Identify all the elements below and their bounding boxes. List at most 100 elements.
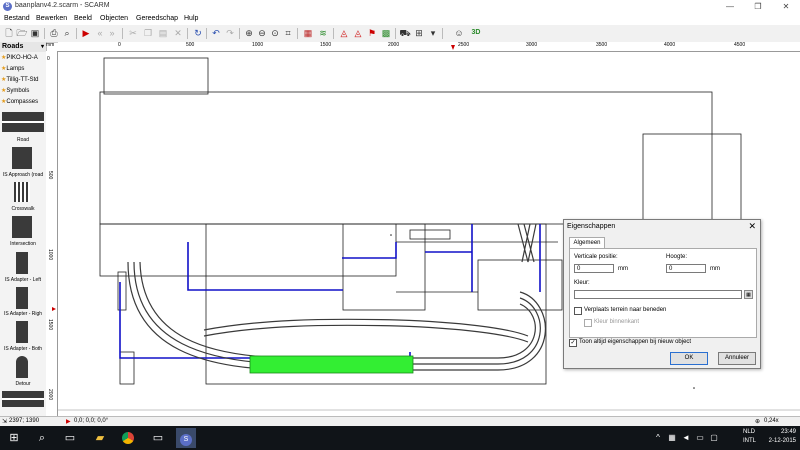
- 3d-car-icon[interactable]: 3D: [470, 27, 482, 39]
- delete-icon[interactable]: ✕: [172, 27, 184, 39]
- height-label: Hoogte:: [666, 254, 688, 260]
- zoom-icon: ⊕: [755, 419, 761, 425]
- clock[interactable]: 23:49 2-12-2015: [769, 428, 796, 446]
- baseboard-top-left: [103, 57, 209, 95]
- toolbar: 🗋 🗁 ▣ ⎙ ⌕ ▶ « » ✂ ❐ ▤ ✕ ↻ ↶ ↷ ⊕ ⊖ ⊙ ⌗ ▦ …: [0, 25, 800, 43]
- zoom-level: 0,24x: [764, 418, 779, 424]
- open-folder-icon[interactable]: 🗁: [16, 27, 28, 39]
- flag-icon[interactable]: ⚑: [366, 27, 378, 39]
- dialog-page: Verticale positie: 0 mm Hoogte: 0 mm Kle…: [569, 248, 757, 338]
- menu-hulp[interactable]: Hulp: [184, 15, 198, 22]
- category-item[interactable]: ★Tillig-TT-Std: [1, 76, 39, 83]
- zoom-in-icon[interactable]: ⊕: [243, 27, 255, 39]
- run-icon[interactable]: ▶: [80, 27, 92, 39]
- inner-color-checkbox[interactable]: [584, 319, 592, 327]
- height-input[interactable]: 0: [666, 264, 706, 273]
- scarm-icon[interactable]: S: [176, 428, 196, 448]
- approach-tile[interactable]: [12, 147, 32, 169]
- adapter-right-tile[interactable]: [16, 287, 28, 309]
- move-terrain-checkbox[interactable]: [574, 307, 582, 315]
- color-input[interactable]: [574, 290, 742, 299]
- step-back-icon[interactable]: «: [94, 27, 106, 39]
- layers2-icon[interactable]: ≋: [317, 27, 329, 39]
- chrome-icon[interactable]: [120, 430, 136, 446]
- move-terrain-label: Verplaats terrein naar beneden: [584, 307, 667, 313]
- menu-objecten[interactable]: Objecten: [100, 15, 128, 22]
- cancel-button[interactable]: Annuleer: [718, 352, 756, 365]
- rotate-icon[interactable]: ↻: [192, 27, 204, 39]
- vertical-unit-label: mm: [618, 266, 628, 272]
- messaging-icon[interactable]: ▭: [150, 430, 166, 446]
- task-view-icon[interactable]: ▭: [62, 430, 78, 446]
- zoom-window-icon[interactable]: ⌗: [282, 27, 294, 39]
- menu-bar: Bestand Bewerken Beeld Objecten Gereedsc…: [0, 14, 800, 25]
- more-icon[interactable]: ▾: [427, 27, 439, 39]
- category-item[interactable]: ★PIKO-HO-A: [1, 54, 38, 61]
- undo-icon[interactable]: ↶: [210, 27, 222, 39]
- windows-icon[interactable]: ⊞: [6, 430, 22, 446]
- new-file-icon[interactable]: 🗋: [3, 27, 15, 39]
- language-indicator[interactable]: NLD INTL: [743, 428, 756, 446]
- category-item[interactable]: ★Symbols: [1, 87, 29, 94]
- close-button[interactable]: ✕: [772, 0, 800, 13]
- dialog-close-button[interactable]: ✕: [748, 221, 756, 232]
- track-icon[interactable]: ⊞: [413, 27, 425, 39]
- cursor-coords: 2397; 1390: [9, 418, 40, 424]
- category-item[interactable]: ★Lamps: [1, 65, 24, 72]
- redo-icon[interactable]: ↷: [224, 27, 236, 39]
- always-show-checkbox[interactable]: ✓: [569, 339, 577, 347]
- copy-icon[interactable]: ❐: [142, 27, 154, 39]
- intersection-tile[interactable]: [12, 216, 32, 238]
- adapter-both-tile[interactable]: [16, 321, 28, 343]
- menu-bewerken[interactable]: Bewerken: [36, 15, 67, 22]
- color-picker-button[interactable]: ▦: [744, 290, 753, 299]
- chevron-down-icon: ▾: [40, 44, 44, 50]
- road-tile-2[interactable]: [2, 391, 44, 407]
- zoom-out-icon[interactable]: ⊖: [256, 27, 268, 39]
- step-forward-icon[interactable]: »: [106, 27, 118, 39]
- menu-beeld[interactable]: Beeld: [74, 15, 92, 22]
- zoom-fit-icon[interactable]: ⊙: [269, 27, 281, 39]
- print-preview-icon[interactable]: ⌕: [61, 27, 73, 39]
- cut-icon[interactable]: ✂: [127, 27, 139, 39]
- object-position: 0,0; 0,0; 0,0°: [74, 418, 109, 424]
- library-item-label: Detour: [15, 381, 31, 387]
- print-icon[interactable]: ⎙: [48, 27, 60, 39]
- height-unit-label: mm: [710, 266, 720, 272]
- title-bar: S baanplanv4.2.scarm - SCARM — ❐ ✕: [0, 0, 800, 15]
- search-icon[interactable]: ⌕: [34, 430, 50, 446]
- app-icon: S: [3, 2, 12, 11]
- sign2-icon[interactable]: ◬: [352, 27, 364, 39]
- layers-icon[interactable]: ▦: [302, 27, 314, 39]
- vertical-position-label: Verticale positie:: [574, 254, 618, 260]
- category-item[interactable]: ★Compasses: [1, 98, 38, 105]
- save-icon[interactable]: ▣: [29, 27, 41, 39]
- maximize-button[interactable]: ❐: [744, 0, 772, 13]
- vertical-position-input[interactable]: 0: [574, 264, 614, 273]
- adapter-left-tile[interactable]: [16, 252, 28, 274]
- library-item-label: IS Adapter - Righ: [3, 311, 43, 317]
- baseboard-right: [642, 133, 742, 225]
- vertical-ruler[interactable]: 0 500 1000 1500 2000: [46, 51, 58, 416]
- library-item-label: IS Adapter - Both: [3, 346, 43, 352]
- file-explorer-icon[interactable]: ▰: [92, 430, 108, 446]
- notification-icon[interactable]: ▢: [706, 430, 722, 446]
- horizontal-ruler[interactable]: 0 500 1000 1500 2000 2500 3000 3500 4000…: [58, 42, 800, 52]
- sign-icon[interactable]: ◬: [338, 27, 350, 39]
- minimize-button[interactable]: —: [716, 0, 744, 13]
- menu-gereedschap[interactable]: Gereedschap: [136, 15, 178, 22]
- window-title: baanplanv4.2.scarm - SCARM: [15, 2, 110, 9]
- inner-color-label: Kleur binnenkant: [594, 319, 640, 325]
- crosswalk-tile[interactable]: [14, 182, 30, 202]
- cursor-icon: ⇲: [2, 419, 8, 425]
- train-icon[interactable]: ⛟: [399, 27, 411, 39]
- ok-button[interactable]: OK: [670, 352, 708, 365]
- library-dropdown[interactable]: Roads ▾: [0, 42, 46, 52]
- detour-tile[interactable]: [16, 356, 28, 378]
- properties-dialog: Eigenschappen ✕ Algemeen Verticale posit…: [563, 219, 761, 369]
- person-icon[interactable]: ☺: [453, 27, 465, 39]
- grid-icon[interactable]: ▩: [380, 27, 392, 39]
- paste-icon[interactable]: ▤: [157, 27, 169, 39]
- menu-bestand[interactable]: Bestand: [4, 15, 30, 22]
- road-tile[interactable]: [2, 112, 44, 132]
